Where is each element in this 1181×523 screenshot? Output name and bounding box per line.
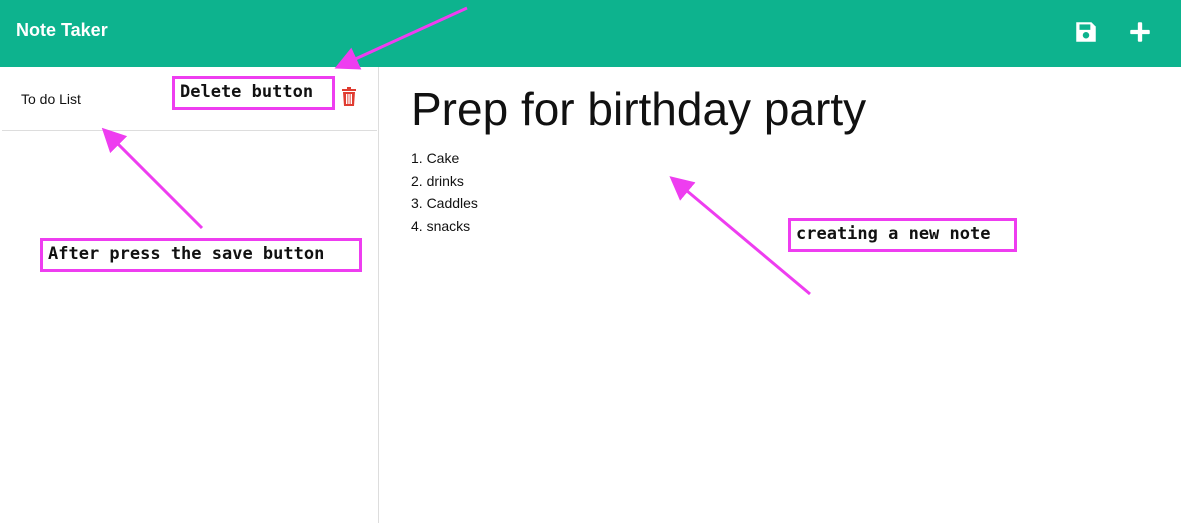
annotation-delete-label: Delete button [172, 76, 335, 110]
annotation-save-label: After press the save button [40, 238, 362, 272]
note-title-input[interactable] [411, 81, 1151, 137]
annotation-new-note-label: creating a new note [788, 218, 1017, 252]
navbar: Note Taker [0, 0, 1181, 67]
app-title[interactable]: Note Taker [16, 20, 108, 41]
save-icon[interactable] [1073, 19, 1099, 45]
note-text-area[interactable]: 1. Cake 2. drinks 3. Caddles 4. snacks [411, 147, 1151, 487]
note-editor: 1. Cake 2. drinks 3. Caddles 4. snacks [379, 67, 1181, 523]
notes-sidebar: To do List [2, 67, 379, 523]
trash-icon[interactable] [341, 87, 357, 107]
note-item-title[interactable]: To do List [21, 91, 81, 107]
plus-icon[interactable] [1127, 19, 1153, 45]
